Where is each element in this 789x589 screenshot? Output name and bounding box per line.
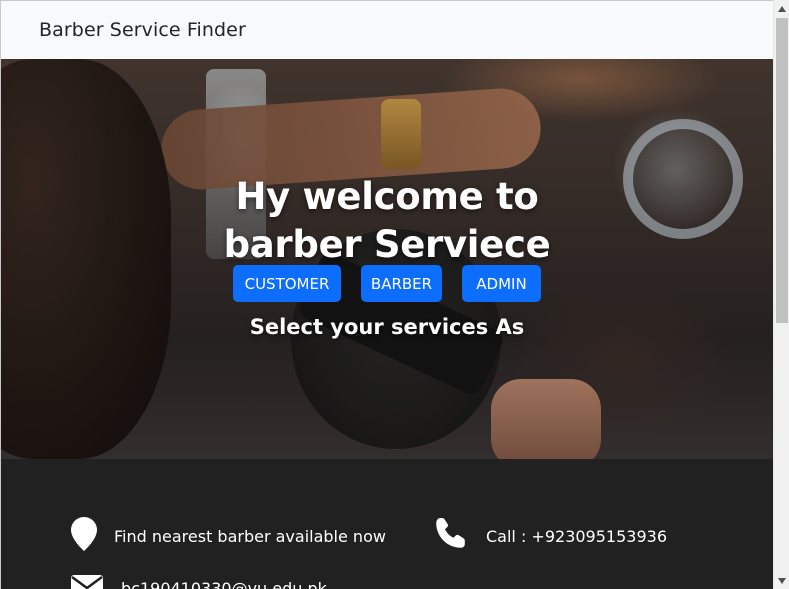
phone-icon [435,517,467,553]
envelope-icon [71,575,103,589]
hero-content: Hy welcome to barber Serviece CUSTOMER B… [1,59,773,459]
phone-text: Call : +923095153936 [486,527,667,546]
navbar: Barber Service Finder [1,1,773,59]
barber-button[interactable]: BARBER [361,265,442,302]
email-text[interactable]: bc190410330@vu.edu.pk [121,579,327,589]
admin-button[interactable]: ADMIN [462,265,541,302]
browser-viewport: Barber Service Finder Hy welcome to barb… [0,0,773,589]
scrollbar-thumb[interactable] [776,18,788,323]
scroll-down-arrow-icon[interactable] [774,572,789,589]
navbar-brand[interactable]: Barber Service Finder [39,19,246,41]
scroll-up-arrow-icon[interactable] [774,0,789,17]
hero-title: Hy welcome to barber Serviece [223,175,551,266]
footer: Find nearest barber available now Call :… [1,459,773,589]
map-marker-icon [71,517,97,555]
customer-button[interactable]: CUSTOMER [233,265,341,302]
hero-subtitle: Select your services As [249,315,525,339]
hero-section: Hy welcome to barber Serviece CUSTOMER B… [1,59,773,459]
vertical-scrollbar[interactable] [773,0,789,589]
location-text: Find nearest barber available now [114,527,386,546]
